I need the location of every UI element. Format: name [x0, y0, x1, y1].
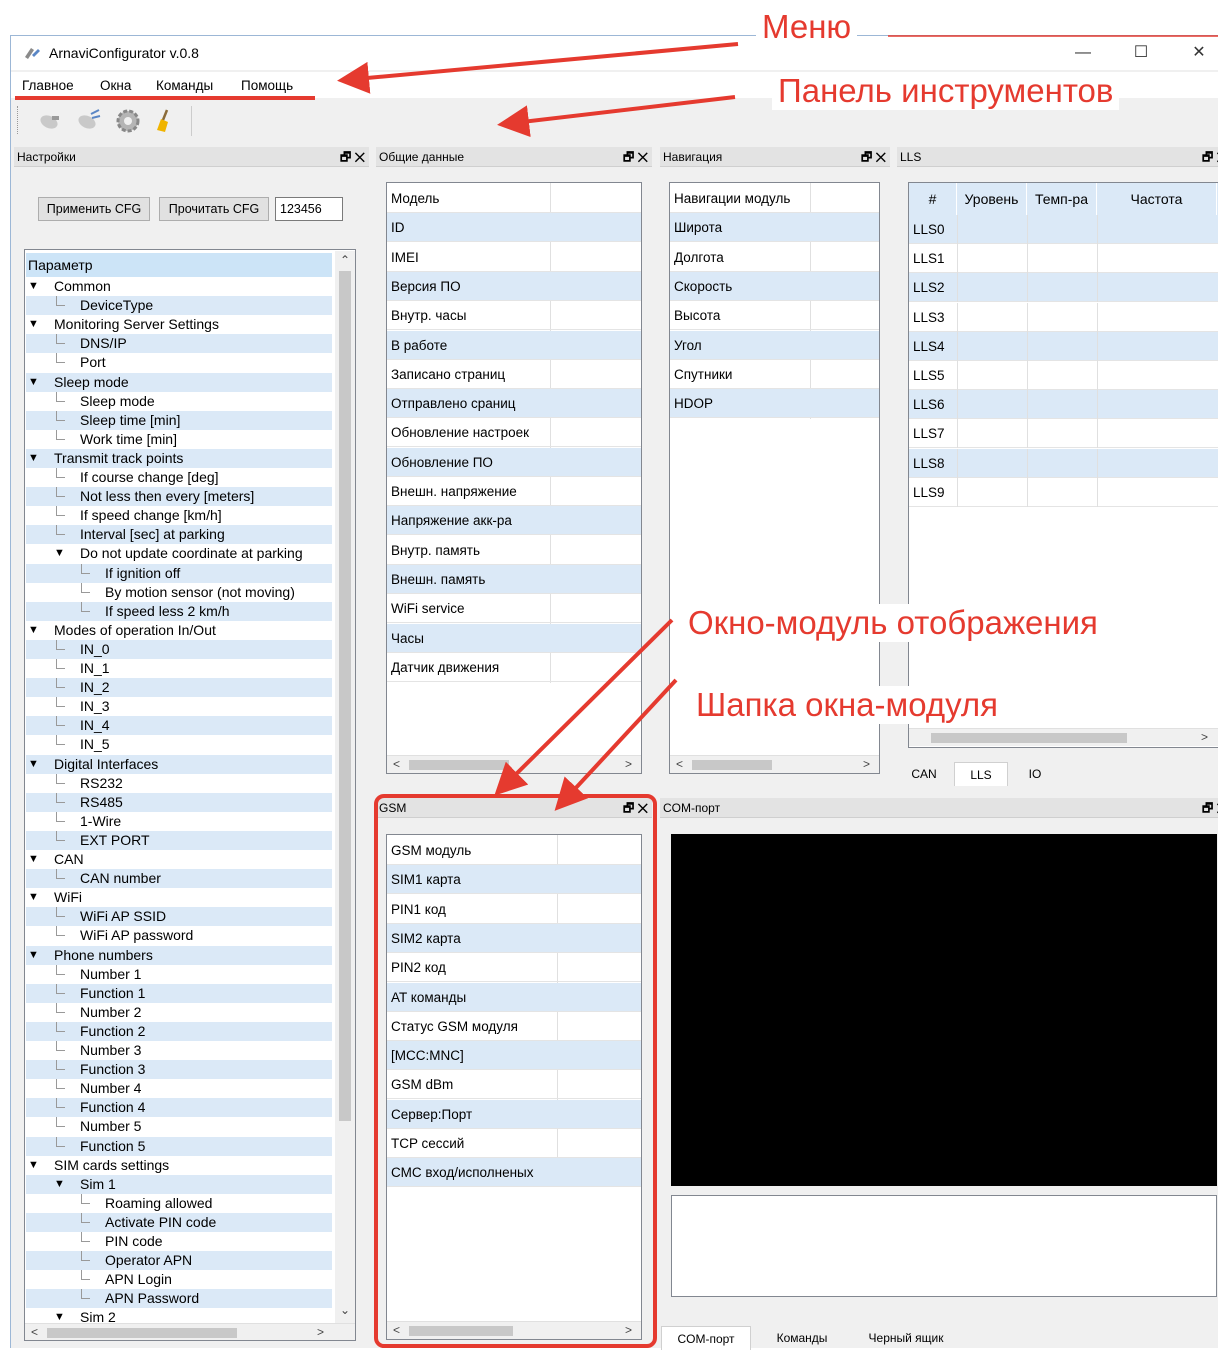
annotation-header: Шапка окна-модуля [690, 686, 1004, 724]
annotation-module: Окно-модуль отображения [682, 604, 1104, 642]
annotation-toolbar: Панель инструментов [772, 72, 1120, 110]
annotation-arrows [337, 35, 1218, 811]
menu-arrow [337, 42, 739, 94]
annotation-menu: Меню [756, 8, 858, 46]
module-arrow [494, 618, 674, 796]
toolbar-arrow [497, 95, 736, 138]
header-arrow [554, 678, 678, 811]
